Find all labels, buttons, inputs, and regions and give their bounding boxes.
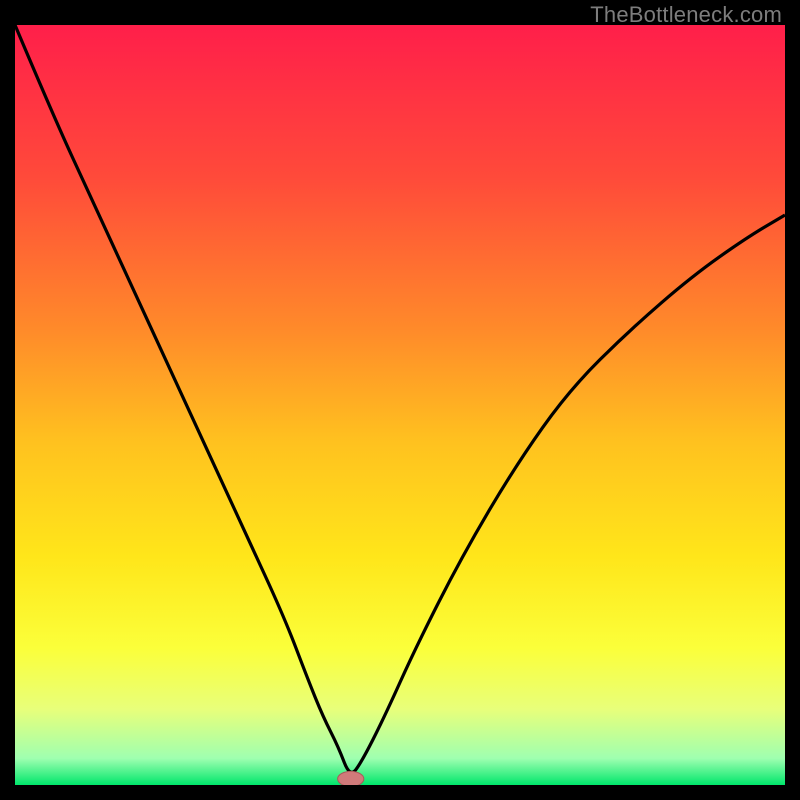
chart-frame (15, 25, 785, 785)
gradient-background (15, 25, 785, 785)
optimal-point-marker (338, 771, 364, 785)
bottleneck-chart (15, 25, 785, 785)
